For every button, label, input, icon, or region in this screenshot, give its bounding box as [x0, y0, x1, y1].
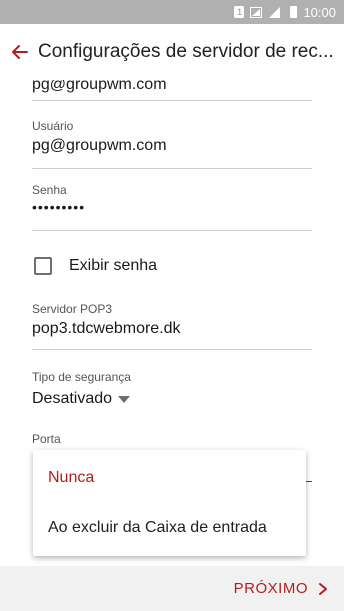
status-icons: 1 10:00: [234, 0, 336, 24]
form-content: pg@groupwm.com Usuário pg@groupwm.com Se…: [0, 80, 344, 566]
security-type-field: Tipo de segurança Desativado: [32, 370, 312, 408]
status-time: 10:00: [303, 4, 336, 20]
password-field[interactable]: Senha •••••••••: [32, 183, 312, 231]
app-bar: Configurações de servidor de rec...: [0, 24, 344, 80]
delete-option-dropdown: Nunca Ao excluir da Caixa de entrada: [33, 450, 306, 556]
arrow-left-icon: [12, 45, 28, 59]
security-select[interactable]: Desativado: [32, 390, 131, 408]
password-label: Senha: [32, 183, 67, 197]
email-field[interactable]: pg@groupwm.com: [32, 80, 312, 101]
chevron-down-icon: [118, 395, 131, 403]
show-password-checkbox[interactable]: [34, 257, 52, 275]
status-bar: 1 10:00: [0, 0, 344, 24]
dropdown-option-on-delete[interactable]: Ao excluir da Caixa de entrada: [48, 519, 267, 537]
pop3-server-field[interactable]: Servidor POP3 pop3.tdcwebmore.dk: [32, 302, 312, 350]
pop3-value: pop3.tdcwebmore.dk: [32, 320, 181, 337]
password-underline: [32, 230, 312, 231]
username-field[interactable]: Usuário pg@groupwm.com: [32, 119, 312, 169]
next-button[interactable]: PRÓXIMO: [234, 566, 328, 611]
security-label: Tipo de segurança: [32, 370, 131, 384]
username-underline: [32, 168, 312, 169]
cell-signal-icon: [268, 6, 281, 18]
pop3-label: Servidor POP3: [32, 302, 113, 316]
password-value: •••••••••: [32, 199, 86, 215]
next-label: PRÓXIMO: [233, 580, 308, 597]
dropdown-option-never[interactable]: Nunca: [48, 469, 94, 487]
email-underline: [32, 100, 312, 101]
page-title: Configurações de servidor de rec...: [38, 41, 334, 62]
chevron-right-icon: [318, 582, 328, 596]
bottom-bar: PRÓXIMO: [0, 566, 344, 611]
pop3-underline: [32, 349, 312, 350]
signal-box-icon: [250, 6, 263, 18]
show-password-label: Exibir senha: [69, 257, 158, 274]
username-value: pg@groupwm.com: [32, 137, 167, 154]
focused-field-underline: [306, 481, 312, 482]
port-field[interactable]: Porta: [32, 432, 312, 446]
email-value: pg@groupwm.com: [32, 80, 167, 93]
show-password-row[interactable]: Exibir senha: [34, 257, 157, 275]
username-label: Usuário: [32, 119, 74, 133]
security-value: Desativado: [32, 390, 113, 407]
sim-icon: 1: [234, 6, 245, 18]
back-button[interactable]: [2, 24, 38, 80]
port-label: Porta: [32, 432, 61, 446]
battery-icon: [290, 6, 298, 18]
